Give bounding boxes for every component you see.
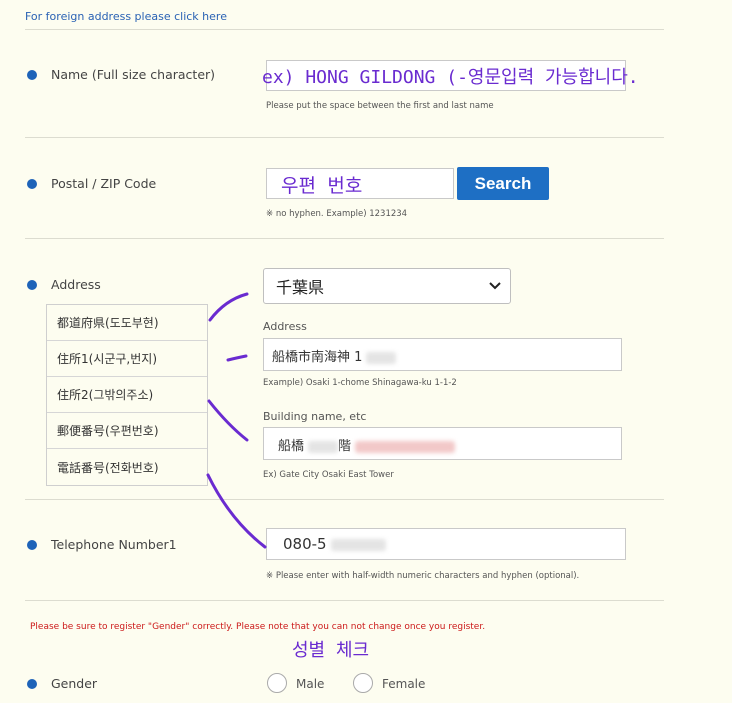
connector-stroke xyxy=(226,354,248,362)
connector-stroke xyxy=(207,399,249,442)
annotation-strokes xyxy=(206,292,267,549)
connector-stroke xyxy=(208,292,249,322)
connector-stroke xyxy=(206,473,267,549)
